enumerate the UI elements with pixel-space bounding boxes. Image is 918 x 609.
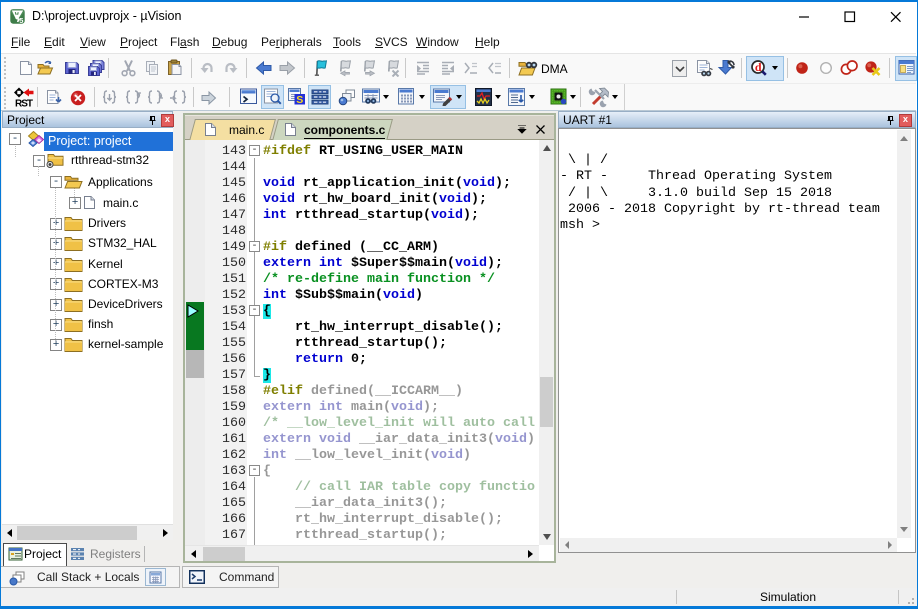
svg-text:d: d (755, 60, 762, 74)
svg-text:S: S (296, 94, 303, 105)
svg-text:5: 5 (19, 16, 23, 24)
svg-text:RST: RST (15, 99, 33, 109)
